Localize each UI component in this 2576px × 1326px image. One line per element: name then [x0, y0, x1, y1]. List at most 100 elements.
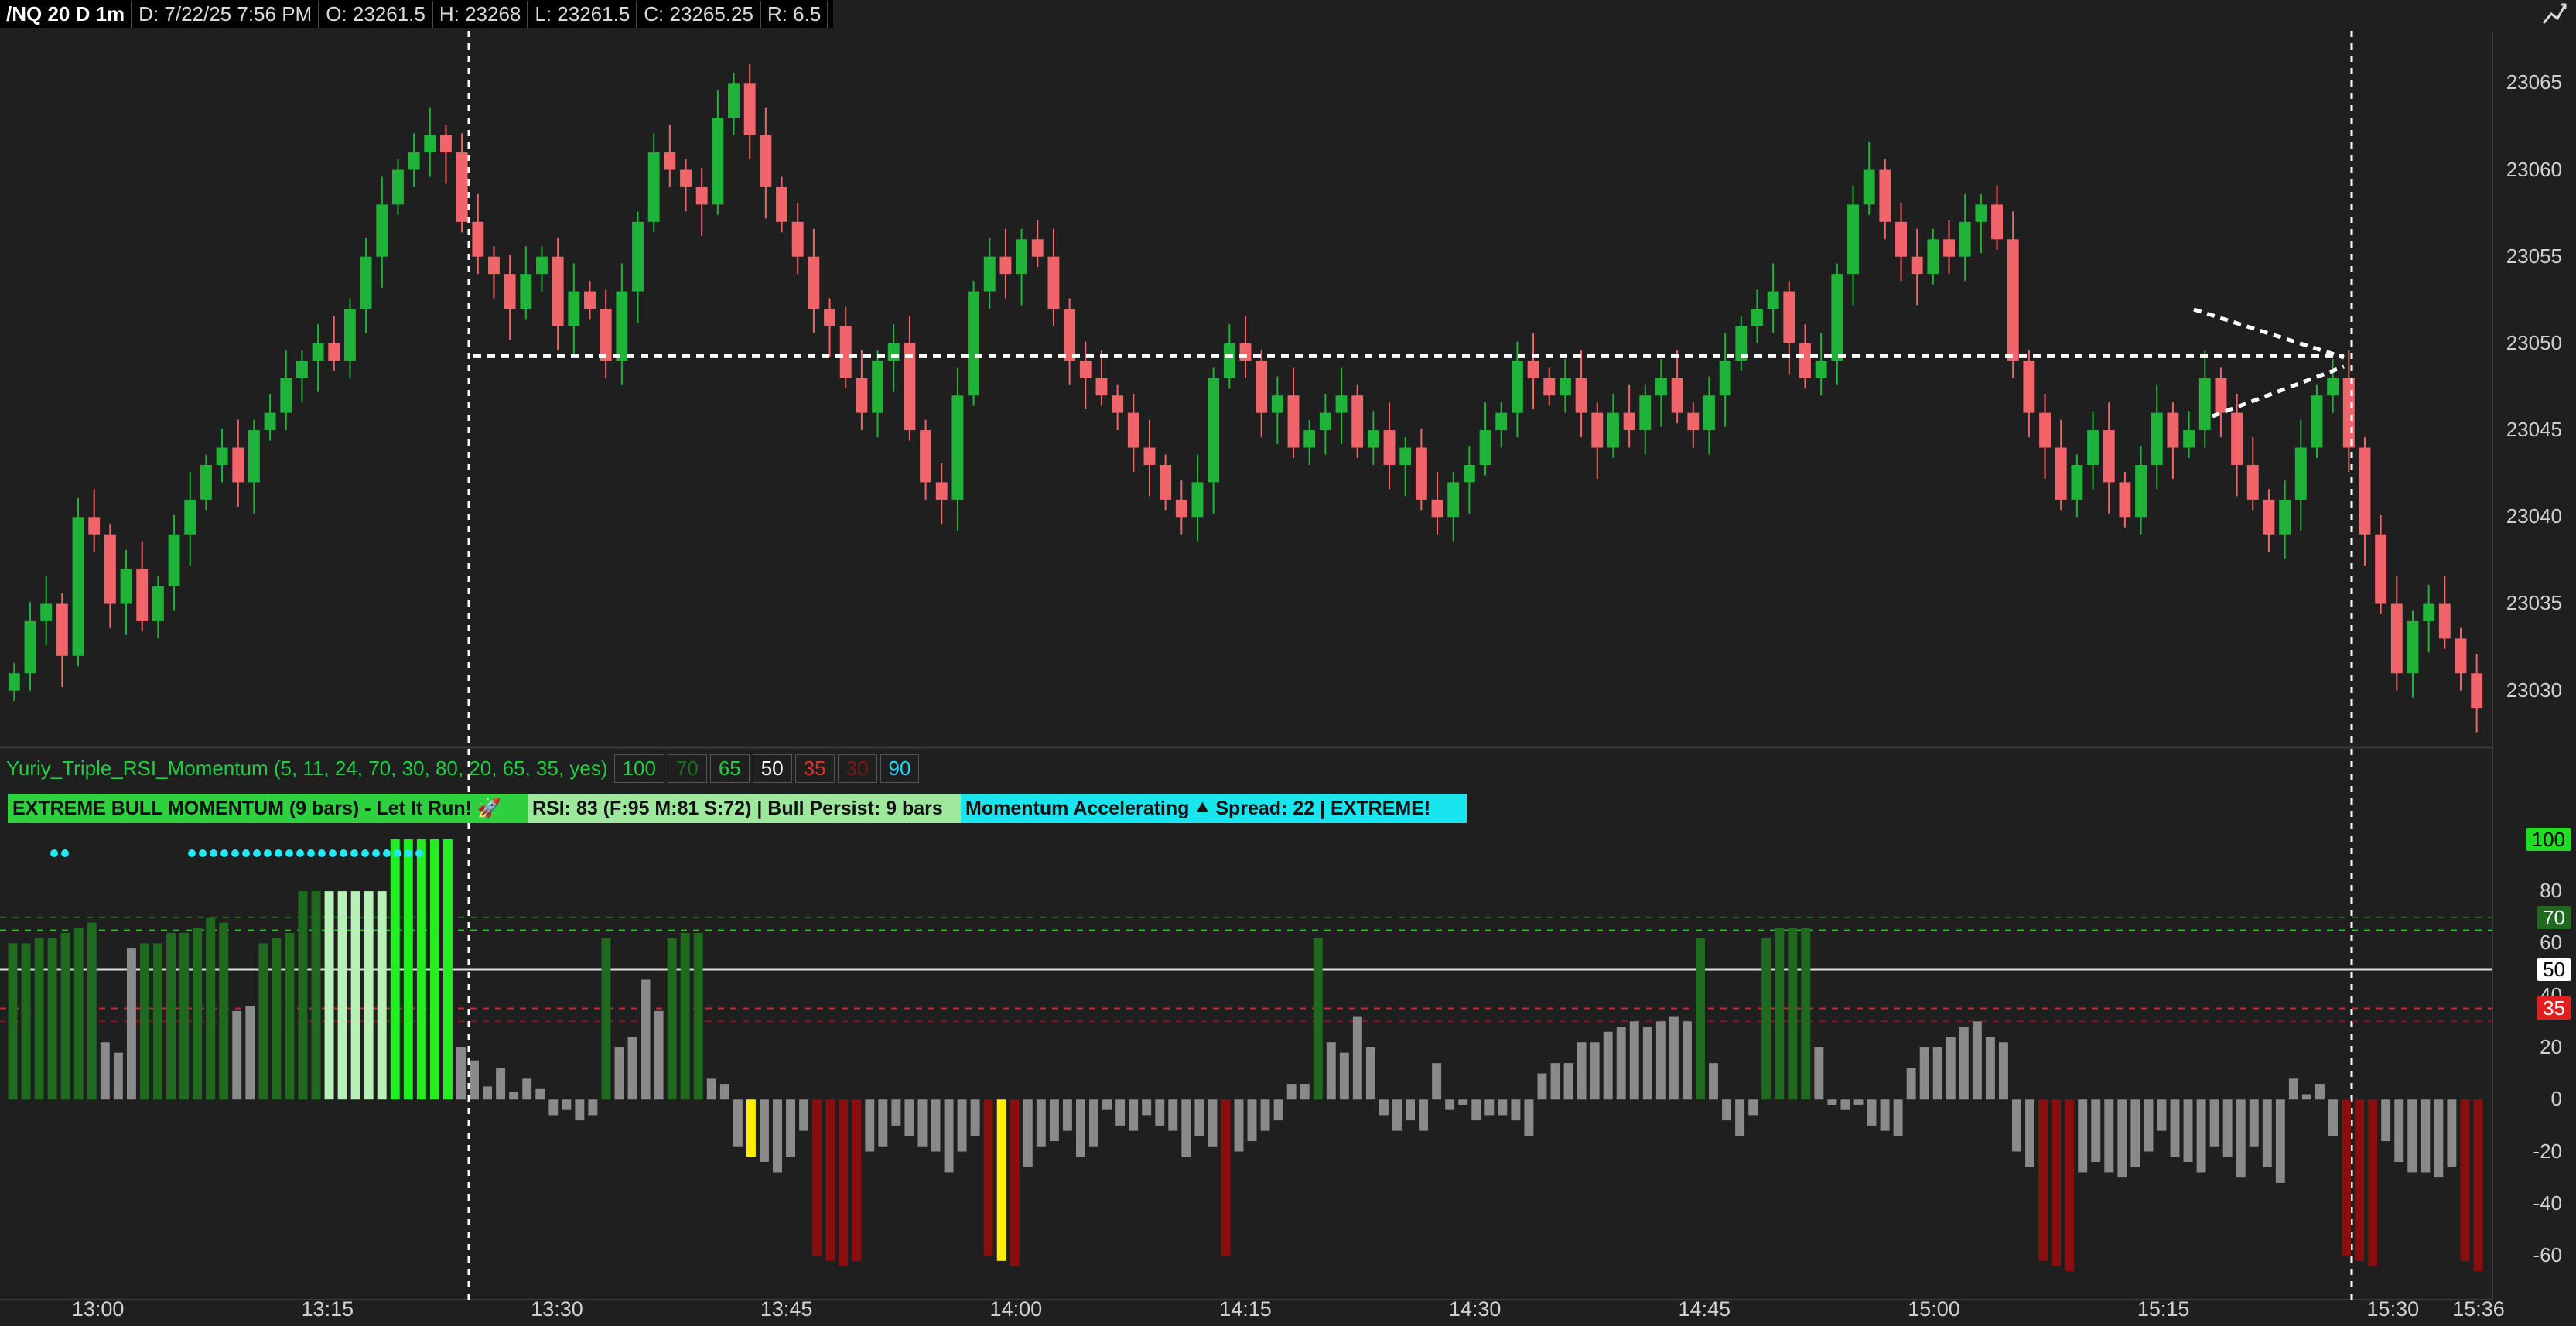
extreme-dot: [383, 849, 391, 857]
candle-up: [1863, 169, 1875, 205]
candle-up: [568, 291, 580, 326]
osc-bar: [1801, 928, 1811, 1100]
osc-bar: [2104, 1099, 2114, 1173]
drawing-tool-icon[interactable]: [2537, 0, 2571, 31]
chart-canvas[interactable]: [0, 0, 2576, 1326]
osc-bar: [1669, 1016, 1679, 1100]
osc-bar: [1722, 1099, 1732, 1121]
osc-bar: [575, 1099, 585, 1121]
osc-bar: [1142, 1099, 1152, 1116]
candle-up: [1655, 378, 1667, 396]
candle-up: [216, 447, 228, 465]
osc-bar: [2117, 1099, 2127, 1178]
osc-bar: [1076, 1099, 1085, 1157]
candle-up: [2135, 464, 2147, 518]
osc-bar: [1880, 1099, 1890, 1131]
candle-up: [951, 395, 964, 500]
candle-up: [1335, 395, 1348, 413]
study-level-6: 90: [880, 754, 920, 783]
osc-bar: [904, 1099, 914, 1136]
osc-bar: [1260, 1099, 1270, 1131]
candle-up: [1271, 395, 1283, 413]
rsi-readout-label: RSI: 83 (F:95 M:81 S:72) | Bull Persist:…: [528, 794, 961, 823]
price-tick: 23065: [2506, 70, 2562, 94]
candle-down: [1911, 256, 1923, 275]
candle-up: [184, 499, 196, 535]
osc-bar: [2236, 1099, 2246, 1178]
osc-bar: [641, 979, 651, 1100]
osc-bar: [1577, 1042, 1587, 1100]
osc-bar: [1906, 1068, 1916, 1100]
osc-bar: [2249, 1099, 2259, 1147]
candle-up: [968, 291, 980, 396]
candle-up: [24, 620, 36, 674]
candle-down: [456, 152, 468, 222]
osc-bar: [509, 1092, 519, 1100]
osc-bar: [350, 891, 360, 1100]
candle-up: [1463, 464, 1475, 483]
candle-up: [360, 256, 372, 309]
osc-bar: [812, 1099, 822, 1256]
osc-bar: [1445, 1099, 1455, 1110]
osc-bar: [8, 943, 18, 1100]
osc-bar: [206, 917, 216, 1100]
osc-bar: [957, 1099, 967, 1152]
candle-up: [1191, 482, 1204, 518]
osc-bar: [1023, 1099, 1033, 1167]
candle-down: [1160, 464, 1172, 500]
extreme-dot: [296, 849, 304, 857]
candle-down: [695, 186, 708, 205]
candle-up: [1016, 239, 1028, 275]
candle-up: [2279, 499, 2291, 535]
candle-up: [2311, 395, 2323, 448]
osc-bar: [1932, 1047, 1942, 1100]
candle-down: [2023, 361, 2035, 413]
osc-bar: [153, 943, 162, 1100]
osc-bar: [970, 1099, 980, 1136]
candle-up: [1639, 395, 1652, 431]
osc-bar: [2275, 1099, 2285, 1183]
candle-up: [424, 135, 436, 153]
time-tick: 14:15: [1219, 1297, 1272, 1321]
candle-down: [1239, 343, 1252, 361]
price-tick: 23050: [2506, 330, 2562, 354]
symbol-label[interactable]: /NQ 20 D 1m: [0, 0, 133, 28]
candle-up: [312, 343, 324, 361]
candle-down: [2390, 603, 2403, 674]
osc-bar: [2209, 1099, 2219, 1147]
osc-bar: [2328, 1099, 2338, 1136]
osc-bar: [1300, 1084, 1310, 1100]
study-name[interactable]: Yuriy_Triple_RSI_Momentum (5, 11, 24, 70…: [6, 757, 608, 781]
candle-up: [1703, 395, 1715, 431]
osc-bar: [891, 1099, 901, 1126]
extreme-dot: [264, 849, 272, 857]
candle-down: [2359, 447, 2371, 535]
osc-bar: [706, 1078, 716, 1100]
candle-up: [1959, 221, 1971, 257]
candle-down: [1991, 204, 2003, 240]
osc-bar: [100, 1042, 110, 1100]
candle-down: [88, 517, 101, 535]
candle-down: [1127, 412, 1139, 448]
osc-bar: [87, 922, 97, 1100]
osc-bar: [219, 922, 229, 1100]
candle-up: [280, 378, 292, 413]
candle-up: [2183, 430, 2195, 448]
extreme-dot: [307, 849, 315, 857]
osc-bar: [337, 891, 347, 1100]
osc-bar: [1221, 1099, 1231, 1256]
osc-bar: [2447, 1099, 2457, 1167]
osc-tick: 20: [2540, 1034, 2562, 1058]
candle-up: [1767, 291, 1779, 309]
osc-bar: [917, 1099, 928, 1147]
price-tick: 23060: [2506, 157, 2562, 181]
acceleration-label: Momentum Accelerating ⯅ Spread: 22 | EXT…: [961, 794, 1467, 823]
osc-bar: [983, 1099, 993, 1256]
osc-bar: [245, 1006, 255, 1100]
time-tick: 13:45: [760, 1297, 813, 1321]
osc-bar: [442, 839, 453, 1100]
candle-down: [1671, 378, 1683, 413]
osc-bar: [1840, 1099, 1850, 1110]
candle-down: [552, 256, 564, 326]
study-label-row: EXTREME BULL MOMENTUM (9 bars) - Let It …: [8, 794, 1467, 823]
